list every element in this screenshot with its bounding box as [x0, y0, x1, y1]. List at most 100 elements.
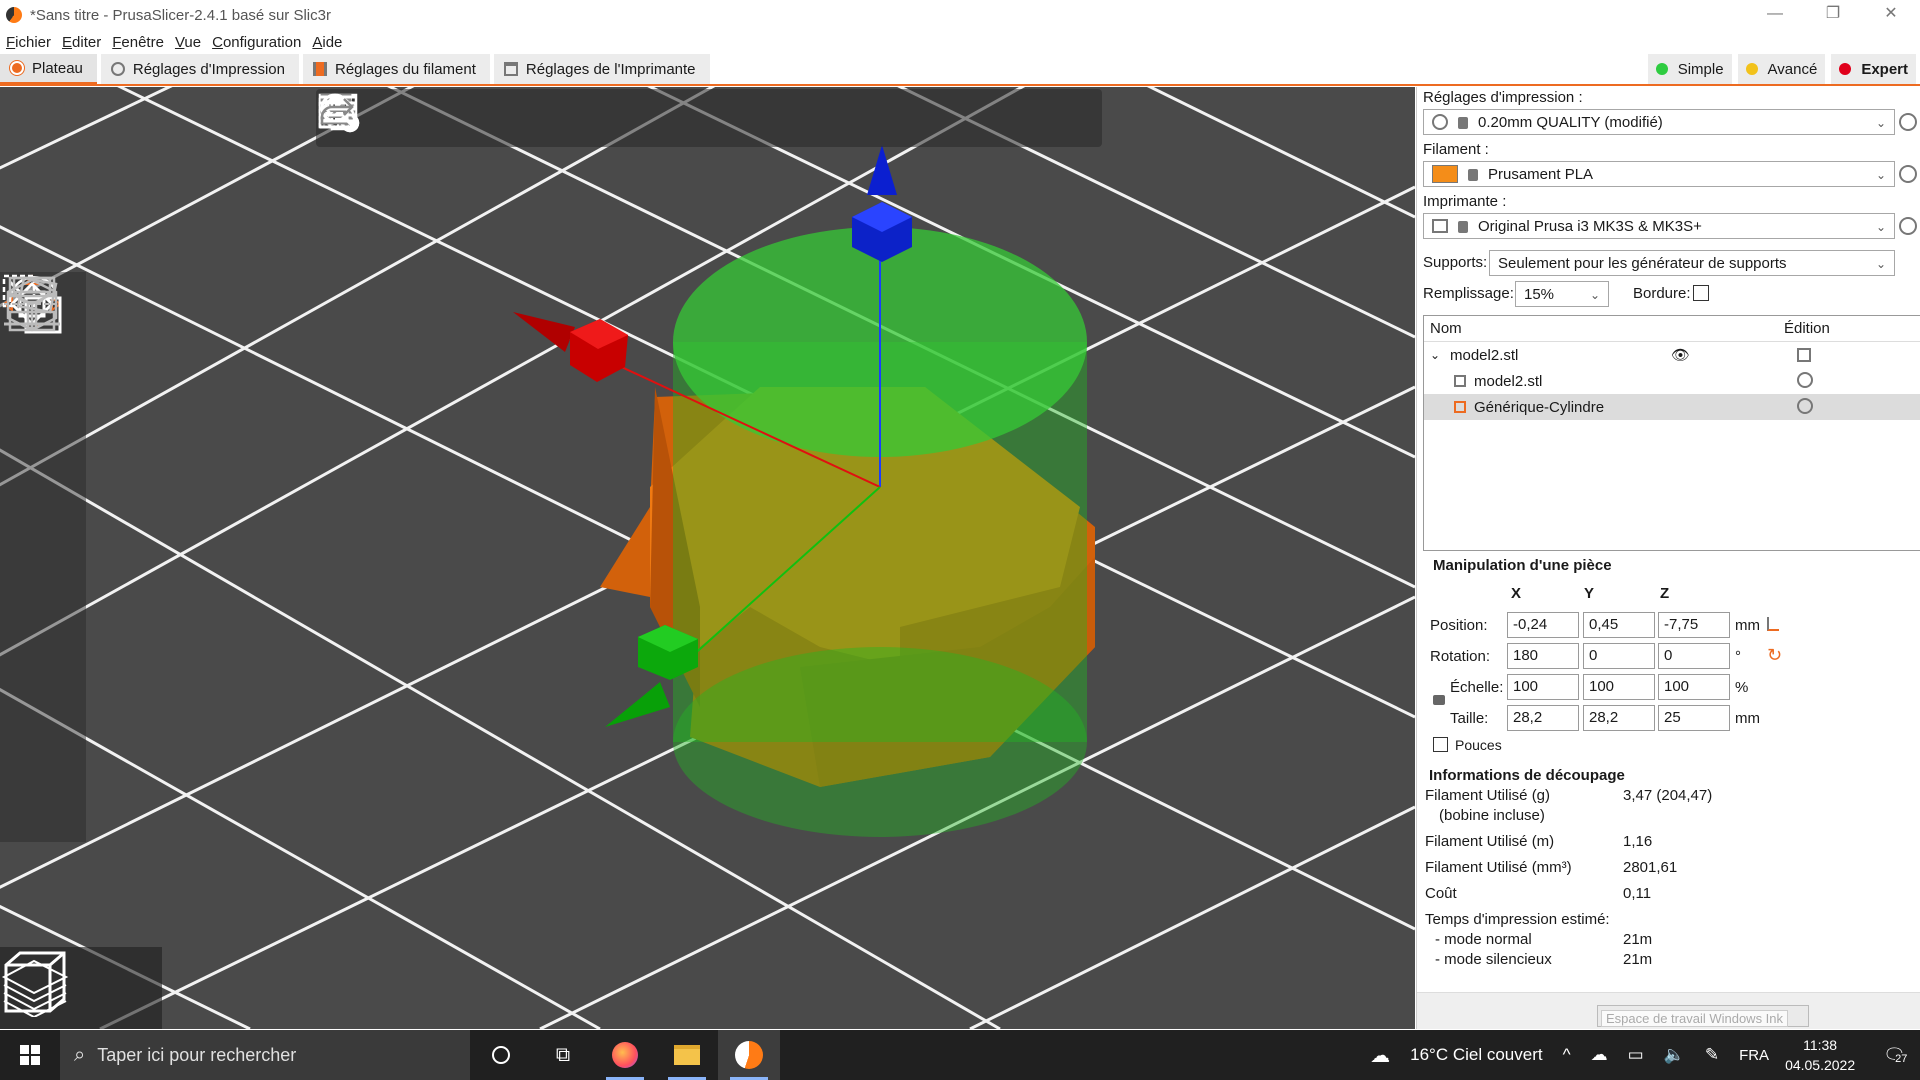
cortana-button[interactable]	[470, 1030, 532, 1080]
tab-label: Réglages de l'Imprimante	[525, 60, 696, 78]
place-on-face-tool[interactable]	[0, 276, 86, 592]
infill-label: Remplissage:	[1423, 285, 1514, 302]
menu-aide[interactable]: Aide	[312, 34, 342, 51]
hollow-tool[interactable]	[0, 278, 86, 832]
position-z-input[interactable]: -7,75	[1658, 612, 1730, 638]
mode-dot-icon	[1745, 63, 1758, 75]
delete-button[interactable]	[318, 92, 424, 144]
part-icon	[1454, 375, 1466, 387]
rotate-tool[interactable]	[0, 276, 86, 512]
tab-plateau[interactable]: Plateau	[0, 54, 97, 84]
file-explorer-button[interactable]	[656, 1030, 718, 1080]
brim-checkbox[interactable]	[1693, 285, 1709, 301]
chevron-up-icon[interactable]: ^	[1563, 1045, 1571, 1065]
prusaslicer-taskbar-button[interactable]	[718, 1030, 780, 1080]
scale-label: Échelle:	[1450, 679, 1504, 696]
infill-combo[interactable]: 15% ⌄	[1515, 281, 1609, 307]
rotation-y-input[interactable]: 0	[1583, 643, 1655, 669]
gear-icon[interactable]	[1797, 372, 1813, 388]
print-settings-combo[interactable]: 0.20mm QUALITY (modifié) ⌄	[1423, 109, 1895, 135]
start-button[interactable]	[0, 1030, 60, 1080]
prusaslicer-icon	[735, 1041, 763, 1069]
tab-printer-settings[interactable]: Réglages de l'Imprimante	[493, 54, 710, 84]
menu-fichier[interactable]: Fichier	[6, 34, 51, 51]
size-y-input[interactable]: 28,2	[1583, 705, 1655, 731]
chevron-down-icon[interactable]: ⌄	[1430, 348, 1450, 362]
tab-print-settings[interactable]: Réglages d'Impression	[100, 54, 299, 84]
filament-gear-icon[interactable]	[1899, 165, 1917, 183]
rotation-z-input[interactable]: 0	[1658, 643, 1730, 669]
clock[interactable]: 11:38 04.05.2022	[1785, 1035, 1855, 1075]
undo-button[interactable]	[322, 92, 996, 144]
weather-text[interactable]: 16°C Ciel couvert	[1410, 1045, 1542, 1065]
inches-checkbox[interactable]	[1433, 737, 1448, 752]
firefox-button[interactable]	[594, 1030, 656, 1080]
position-x-input[interactable]: -0,24	[1507, 612, 1579, 638]
add-instance-button[interactable]	[320, 92, 684, 144]
mode-advanced[interactable]: Avancé	[1737, 54, 1826, 84]
title-bar: *Sans titre - PrusaSlicer-2.4.1 basé sur…	[0, 0, 1920, 30]
restore-button[interactable]: ❐	[1804, 0, 1862, 30]
windows-logo-icon	[20, 1045, 40, 1065]
delete-all-button[interactable]	[324, 92, 476, 144]
task-view-button[interactable]: ⧉	[532, 1030, 594, 1080]
size-x-input[interactable]: 28,2	[1507, 705, 1579, 731]
search-placeholder: Taper ici pour rechercher	[97, 1044, 297, 1065]
language-indicator[interactable]: FRA	[1739, 1047, 1769, 1064]
volume-icon[interactable]: 🔈	[1664, 1045, 1685, 1065]
mode-expert[interactable]: Expert	[1831, 54, 1916, 84]
3d-viewport[interactable]	[0, 87, 1415, 1029]
paste-button[interactable]	[322, 92, 632, 144]
clock-time: 11:38	[1803, 1037, 1838, 1053]
z-move-arrow[interactable]	[852, 145, 912, 262]
onedrive-icon[interactable]: ☁	[1591, 1045, 1608, 1065]
pen-icon[interactable]: ✎	[1705, 1045, 1719, 1065]
scale-tool[interactable]	[0, 274, 86, 432]
redo-button[interactable]	[320, 92, 1048, 144]
rotation-x-input[interactable]: 180	[1507, 643, 1579, 669]
taskbar-search[interactable]: ⌕ Taper ici pour rechercher	[60, 1030, 470, 1080]
copy-button[interactable]	[320, 92, 580, 144]
object-row[interactable]: ⌄ model2.stl 👁	[1424, 342, 1920, 368]
size-z-input[interactable]: 25	[1658, 705, 1730, 731]
eye-icon[interactable]: 👁	[1671, 346, 1690, 364]
reset-rotation-icon[interactable]: ↻	[1767, 645, 1782, 666]
drop-to-bed-icon[interactable]	[1767, 617, 1779, 631]
notifications-icon[interactable]: 🗨27	[1883, 1045, 1908, 1066]
menu-configuration[interactable]: Configuration	[212, 34, 301, 51]
paint-supports-tool[interactable]	[0, 276, 86, 752]
scene-canvas	[0, 87, 1415, 1029]
menu-vue[interactable]: Vue	[175, 34, 201, 51]
menu-fenetre[interactable]: Fenêtre	[112, 34, 164, 51]
minimize-button[interactable]: —	[1746, 0, 1804, 30]
x-move-arrow[interactable]	[513, 312, 628, 382]
remove-instance-button[interactable]	[320, 92, 736, 144]
edit-object-icon[interactable]	[1797, 348, 1811, 362]
object-part-row[interactable]: model2.stl	[1424, 368, 1920, 394]
preview-button[interactable]	[0, 947, 70, 1017]
arrange-button[interactable]	[318, 92, 528, 144]
menu-editer[interactable]: Editer	[62, 34, 101, 51]
search-button[interactable]	[320, 92, 892, 144]
scale-z-input[interactable]: 100	[1658, 674, 1730, 700]
battery-icon[interactable]: ▭	[1628, 1045, 1644, 1065]
split-parts-button[interactable]	[320, 92, 840, 144]
supports-combo[interactable]: Seulement pour les générateur de support…	[1489, 250, 1895, 276]
cut-tool[interactable]	[0, 276, 86, 672]
layers-editing-button[interactable]	[320, 92, 944, 144]
modifier-row[interactable]: Générique-Cylindre	[1424, 394, 1920, 420]
printer-combo[interactable]: Original Prusa i3 MK3S & MK3S+ ⌄	[1423, 213, 1895, 239]
filament-combo[interactable]: Prusament PLA ⌄	[1423, 161, 1895, 187]
split-objects-button[interactable]	[320, 92, 788, 144]
scale-x-input[interactable]: 100	[1507, 674, 1579, 700]
lock-scale-icon[interactable]	[1433, 695, 1445, 705]
printer-gear-icon[interactable]	[1899, 217, 1917, 235]
position-y-input[interactable]: 0,45	[1583, 612, 1655, 638]
tab-filament-settings[interactable]: Réglages du filament	[302, 54, 490, 84]
close-button[interactable]: ✕	[1862, 0, 1920, 30]
mode-simple[interactable]: Simple	[1647, 54, 1732, 84]
print-settings-gear-icon[interactable]	[1899, 113, 1917, 131]
column-edit: Édition	[1784, 320, 1830, 337]
scale-y-input[interactable]: 100	[1583, 674, 1655, 700]
gear-icon[interactable]	[1797, 398, 1813, 414]
